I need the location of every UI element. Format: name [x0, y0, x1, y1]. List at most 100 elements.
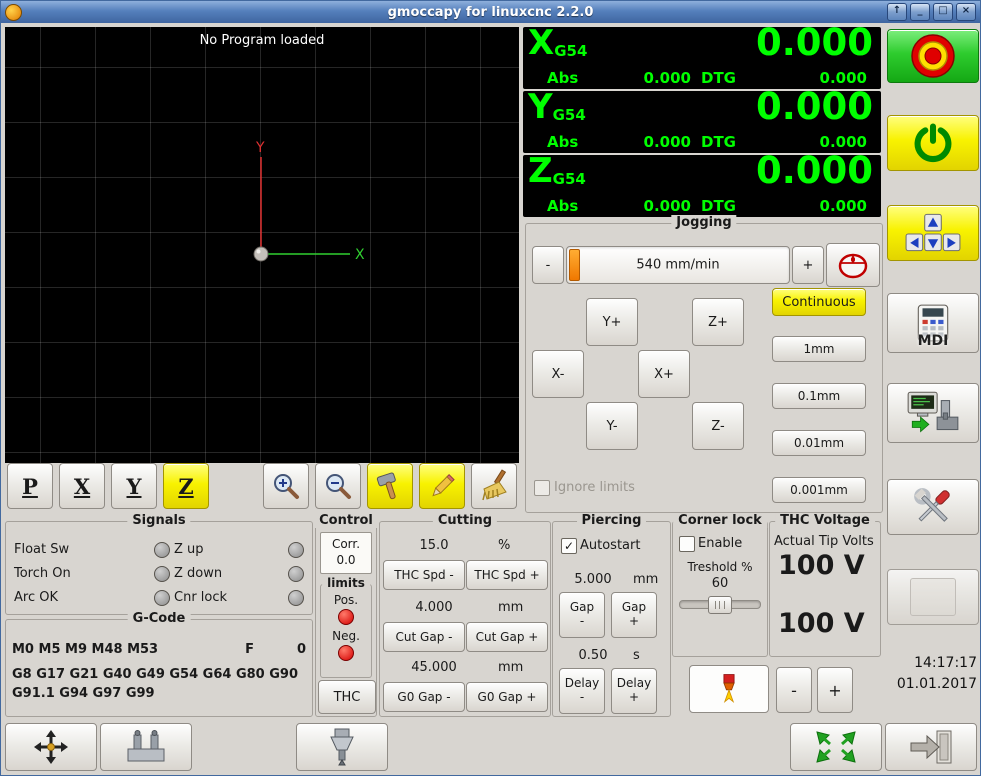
exit-button[interactable]	[885, 723, 977, 771]
pierce-gap-plus-button[interactable]: Gap +	[611, 592, 657, 638]
threshold-label: Treshold %	[687, 560, 753, 574]
maximize-window-button[interactable]: □	[933, 3, 953, 21]
pierce-gap-value: 5.000	[574, 572, 612, 587]
signal-z-down-led	[288, 566, 304, 582]
dro-axis-x[interactable]: XG54 0.000 Abs 0.000 DTG 0.000	[523, 21, 881, 89]
signal-torch-on-label: Torch On	[14, 566, 71, 581]
corner-lock-enable-label: Enable	[698, 536, 743, 551]
volts-plus-button[interactable]: +	[817, 667, 853, 713]
signal-z-down-label: Z down	[174, 566, 223, 581]
increment-0p1mm-button[interactable]: 0.1mm	[772, 383, 866, 409]
coord-system-label: G54	[552, 170, 586, 188]
pierce-delay-minus-button[interactable]: Delay -	[559, 668, 605, 714]
signals-panel: Signals Float Sw Torch On Arc OK Z up Z …	[5, 513, 313, 615]
signal-z-up-label: Z up	[174, 542, 204, 557]
correction-value: 0.0	[336, 553, 356, 567]
jog-z-plus-button[interactable]: Z+	[692, 298, 744, 346]
thc-speed-plus-button[interactable]: THC Spd +	[466, 560, 548, 590]
g0-gap-plus-button[interactable]: G0 Gap +	[466, 682, 548, 712]
torch-button[interactable]	[689, 665, 769, 713]
increment-0p01mm-button[interactable]: 0.01mm	[772, 430, 866, 456]
touch-off-button[interactable]	[5, 723, 97, 771]
correction-label: Corr.	[331, 537, 361, 552]
view-z-button[interactable]: Z	[163, 463, 209, 509]
view-perspective-button[interactable]: P	[7, 463, 53, 509]
increment-1mm-button[interactable]: 1mm	[772, 336, 866, 362]
thc-speed-minus-button[interactable]: THC Spd -	[383, 560, 465, 590]
increment-0p001mm-button[interactable]: 0.001mm	[772, 477, 866, 503]
thc-enable-button[interactable]: THC	[318, 680, 376, 714]
jog-speed-slider[interactable]: 540 mm/min	[566, 246, 790, 284]
cutting-panel: Cutting 15.0 % THC Spd - THC Spd + 4.000…	[379, 513, 551, 717]
power-icon	[914, 123, 952, 163]
cut-gap-minus-button[interactable]: Cut Gap -	[383, 622, 465, 652]
minimize-window-button[interactable]: _	[910, 3, 930, 21]
cut-gap-unit: mm	[498, 600, 524, 615]
jog-speed-value: 540 mm/min	[636, 257, 720, 273]
mouse-icon	[838, 253, 868, 279]
view-x-label: X	[73, 473, 91, 499]
jog-continuous-button[interactable]: Continuous	[772, 288, 866, 316]
tool-position-marker	[253, 246, 269, 262]
machine-on-button[interactable]	[887, 115, 979, 171]
settings-button[interactable]	[887, 479, 979, 535]
titlebar[interactable]: gmoccapy for linuxcnc 2.2.0 ↑ _ □ ×	[1, 1, 980, 23]
mdi-mode-button[interactable]: MDI	[887, 293, 979, 353]
gcode-preview-canvas[interactable]: No Program loaded Y X	[5, 27, 519, 463]
tool-dimension-button[interactable]	[367, 463, 413, 509]
g0-gap-minus-button[interactable]: G0 Gap -	[383, 682, 465, 712]
marker-highlight	[256, 249, 261, 254]
abs-value: 0.000	[643, 69, 691, 87]
clear-preview-button[interactable]	[471, 463, 517, 509]
zoom-in-button[interactable]	[263, 463, 309, 509]
disabled-mode-button[interactable]	[887, 569, 979, 625]
clock-display: 14:17:17 01.01.2017	[887, 653, 977, 701]
jog-y-plus-button[interactable]: Y+	[586, 298, 638, 346]
jog-y-minus-button[interactable]: Y-	[586, 402, 638, 450]
axis-position-value: 0.000	[755, 21, 873, 64]
hammer-icon	[376, 472, 396, 500]
dro-axis-y[interactable]: YG54 0.000 Abs 0.000 DTG 0.000	[523, 85, 881, 153]
jog-speed-increase-button[interactable]: +	[792, 246, 824, 284]
jog-mouse-wheel-button[interactable]	[826, 243, 880, 287]
probe-button[interactable]	[100, 723, 192, 771]
control-panel: Control Corr. 0.0 limits Pos. Neg. THC	[314, 513, 378, 717]
axis-position-value: 0.000	[755, 85, 873, 128]
ignore-limits-checkbox[interactable]	[534, 480, 550, 496]
tool-change-button[interactable]	[296, 723, 388, 771]
threshold-slider[interactable]	[679, 596, 761, 614]
signal-torch-on-led	[154, 566, 170, 582]
threshold-slider-handle[interactable]	[708, 596, 732, 614]
zoom-out-button[interactable]	[315, 463, 361, 509]
pierce-delay-plus-button[interactable]: Delay +	[611, 668, 657, 714]
emergency-stop-button[interactable]	[887, 29, 979, 83]
view-y-button[interactable]: Y	[111, 463, 157, 509]
zoom-out-icon	[326, 474, 351, 499]
volts-minus-button[interactable]: -	[776, 667, 812, 713]
fullscreen-button[interactable]	[790, 723, 882, 771]
view-x-button[interactable]: X	[59, 463, 105, 509]
active-mcodes: M0 M5 M9 M48 M53	[12, 642, 159, 657]
exit-door-icon	[910, 730, 952, 764]
jog-speed-decrease-button[interactable]: -	[532, 246, 564, 284]
show-keyboard-jog-button[interactable]	[887, 205, 979, 261]
jog-x-plus-button[interactable]: X+	[638, 350, 690, 398]
close-window-button[interactable]: ×	[956, 3, 976, 21]
corner-lock-enable-checkbox[interactable]	[679, 536, 695, 552]
cut-gap-plus-button[interactable]: Cut Gap +	[466, 622, 548, 652]
auto-mode-button[interactable]	[887, 383, 979, 443]
edit-gcode-button[interactable]	[419, 463, 465, 509]
jog-z-minus-button[interactable]: Z-	[692, 402, 744, 450]
pierce-gap-minus-button[interactable]: Gap -	[559, 592, 605, 638]
rollup-window-button[interactable]: ↑	[887, 3, 907, 21]
jog-x-minus-button[interactable]: X-	[532, 350, 584, 398]
check-icon: ✓	[563, 539, 575, 553]
autostart-checkbox[interactable]: ✓	[561, 538, 577, 554]
machine-monitor-icon	[907, 391, 959, 433]
dro-axis-z[interactable]: ZG54 0.000 Abs 0.000 DTG 0.000	[523, 149, 881, 217]
feed-label: F	[245, 642, 254, 657]
signals-title: Signals	[127, 513, 191, 528]
gcode-panel: G-Code M0 M5 M9 M48 M53 F 0 G8 G17 G21 G…	[5, 611, 313, 717]
abs-label: Abs	[547, 69, 579, 87]
disabled-icon	[910, 578, 956, 616]
